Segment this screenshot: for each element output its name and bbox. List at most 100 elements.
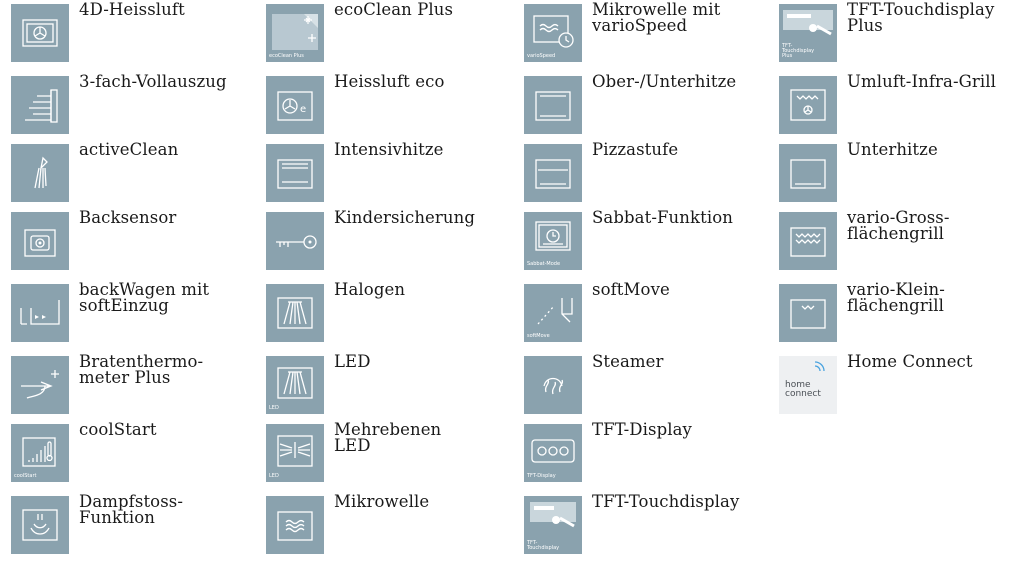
- bottom-heat-icon: [779, 144, 837, 202]
- feature-item: TFT- Touchdisplay Plus TFT-Touchdisplay P…: [775, 0, 1024, 62]
- cool-start-icon: coolStart: [11, 424, 69, 482]
- eco-clean-icon: ecoClean Plus: [266, 4, 324, 62]
- feature-label: Mikrowelle: [334, 492, 430, 511]
- feature-item: Ober-/Unterhitze: [520, 72, 770, 134]
- feature-label: Umluft-Infra-Grill: [847, 72, 997, 91]
- svg-text:e: e: [300, 104, 306, 115]
- feature-item: vario-Gross- flächengrill: [775, 209, 1024, 270]
- feature-label: TFT-Touchdisplay: [592, 492, 740, 511]
- microwave-variospeed-icon: varioSpeed: [524, 4, 582, 62]
- feature-item: coolStart coolStart: [7, 420, 257, 482]
- feature-item: varioSpeed Mikrowelle mit varioSpeed: [520, 0, 770, 62]
- feature-item: Bratenthermo- meter Plus: [7, 352, 257, 414]
- fan-heat-icon: [11, 4, 69, 62]
- feature-item: vario-Klein- flächengrill: [775, 280, 1024, 342]
- baking-trolley-icon: [11, 284, 69, 342]
- feature-item: Steamer: [520, 353, 770, 414]
- top-bottom-heat-icon: [524, 76, 582, 134]
- led-light-icon: LED: [266, 356, 324, 414]
- feature-label: 4D-Heissluft: [79, 0, 185, 19]
- feature-icon-legend: 4D-Heissluft 3-fach-Vollauszug activeClean…: [0, 0, 1024, 570]
- feature-item: softMove softMove: [520, 280, 770, 342]
- feature-item: Mikrowelle: [262, 492, 512, 554]
- feature-item: LED LED: [262, 352, 512, 414]
- microwave-icon: [266, 496, 324, 554]
- touch-display-plus-icon: TFT- Touchdisplay Plus: [779, 4, 837, 62]
- icon-caption: TFT- Touchdisplay Plus: [782, 43, 815, 59]
- feature-label: ecoClean Plus: [334, 0, 454, 19]
- icon-caption: LED: [269, 473, 279, 479]
- feature-item: Dampfstoss- Funktion: [7, 492, 257, 554]
- icon-caption: ecoClean Plus: [269, 53, 304, 59]
- feature-label: Bratenthermo- meter Plus: [79, 352, 204, 387]
- feature-label: Sabbat-Funktion: [592, 208, 733, 227]
- feature-item: Pizzastufe: [520, 140, 770, 202]
- home-connect-logo-text: home connect: [785, 380, 821, 399]
- feature-item: home connect Home Connect: [775, 352, 1024, 414]
- feature-label: coolStart: [79, 420, 157, 439]
- feature-label: Halogen: [334, 280, 406, 299]
- active-clean-icon: [11, 144, 69, 202]
- multi-level-led-icon: LED: [266, 424, 324, 482]
- halogen-light-icon: [266, 284, 324, 342]
- icon-caption: Sabbat-Mode: [527, 261, 561, 267]
- feature-label: Mehrebenen LED: [334, 420, 442, 455]
- feature-item: LED Mehrebenen LED: [262, 420, 512, 482]
- feature-item: Kindersicherung: [262, 208, 512, 270]
- large-grill-icon: [779, 212, 837, 270]
- feature-item: activeClean: [7, 141, 257, 202]
- feature-item: Intensivhitze: [262, 140, 512, 202]
- feature-label: Backsensor: [79, 208, 177, 227]
- feature-label: Heissluft eco: [334, 72, 445, 91]
- feature-item: TFT-Display TFT-Display: [520, 420, 770, 482]
- tft-display-icon: TFT-Display: [524, 424, 582, 482]
- touch-display-icon: TFT- Touchdisplay: [524, 496, 582, 554]
- pizza-setting-icon: [524, 144, 582, 202]
- feature-label: 3-fach-Vollauszug: [79, 72, 227, 91]
- feature-label: Ober-/Unterhitze: [592, 72, 737, 91]
- feature-item: Backsensor: [7, 208, 257, 270]
- steam-burst-icon: [11, 496, 69, 554]
- feature-label: Pizzastufe: [592, 140, 679, 159]
- feature-item: 3-fach-Vollauszug: [7, 72, 257, 134]
- small-grill-icon: [779, 284, 837, 342]
- feature-item: 4D-Heissluft: [7, 0, 257, 62]
- telescopic-rails-icon: [11, 76, 69, 134]
- feature-item: backWagen mit softEinzug: [7, 280, 257, 342]
- feature-label: Home Connect: [847, 352, 973, 371]
- feature-label: LED: [334, 352, 371, 371]
- feature-label: vario-Klein- flächengrill: [847, 280, 945, 315]
- icon-caption: softMove: [527, 333, 550, 339]
- feature-label: softMove: [592, 280, 670, 299]
- feature-item: TFT- Touchdisplay TFT-Touchdisplay: [520, 492, 770, 554]
- fan-eco-icon: e: [266, 76, 324, 134]
- home-connect-logo-icon: home connect: [779, 356, 837, 414]
- feature-item: Unterhitze: [775, 140, 1024, 202]
- key-lock-icon: [266, 212, 324, 270]
- feature-item: Umluft-Infra-Grill: [775, 72, 1024, 134]
- feature-item: e Heissluft eco: [262, 72, 512, 134]
- feature-label: Unterhitze: [847, 140, 938, 159]
- baking-sensor-icon: [11, 212, 69, 270]
- feature-label: Kindersicherung: [334, 208, 476, 227]
- icon-caption: TFT- Touchdisplay: [527, 540, 560, 551]
- feature-label: Intensivhitze: [334, 140, 444, 159]
- intensive-heat-icon: [266, 144, 324, 202]
- icon-caption: varioSpeed: [527, 53, 556, 59]
- icon-caption: LED: [269, 405, 279, 411]
- convection-grill-icon: [779, 76, 837, 134]
- icon-caption: coolStart: [14, 473, 37, 479]
- soft-move-icon: softMove: [524, 284, 582, 342]
- feature-label: backWagen mit softEinzug: [79, 280, 210, 315]
- feature-label: Dampfstoss- Funktion: [79, 492, 184, 527]
- feature-item: Halogen: [262, 280, 512, 342]
- feature-label: TFT-Touchdisplay Plus: [847, 0, 995, 35]
- feature-label: TFT-Display: [592, 420, 692, 439]
- sabbath-clock-icon: Sabbat-Mode: [524, 212, 582, 270]
- feature-item: ecoClean Plus ecoClean Plus: [262, 0, 512, 62]
- steamer-icon: [524, 356, 582, 414]
- icon-caption: TFT-Display: [527, 473, 556, 479]
- feature-item: Sabbat-Mode Sabbat-Funktion: [520, 208, 770, 270]
- feature-label: Mikrowelle mit varioSpeed: [592, 0, 721, 35]
- meat-probe-icon: [11, 356, 69, 414]
